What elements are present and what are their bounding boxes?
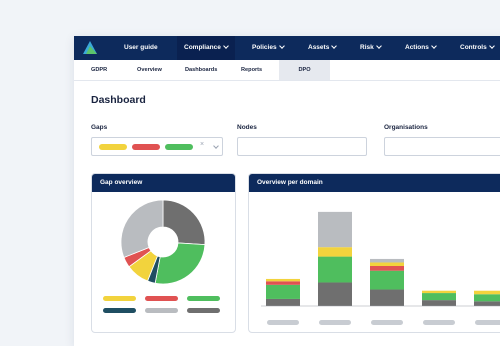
legend-swatch xyxy=(145,296,178,301)
chevron-down-icon xyxy=(223,43,229,49)
subnav-overview[interactable]: Overview xyxy=(137,60,162,80)
chevron-down-icon xyxy=(331,43,338,49)
organisations-label: Organisations xyxy=(384,124,428,131)
chevron-down-icon xyxy=(278,43,285,49)
bar-segment[interactable] xyxy=(370,266,404,271)
nav-label: Assets xyxy=(308,44,330,51)
gap-tag-yellow[interactable] xyxy=(99,144,127,150)
bar-segment[interactable] xyxy=(370,270,404,290)
bar-segment[interactable] xyxy=(422,293,456,301)
chevron-down-icon xyxy=(375,43,382,49)
nav-assets[interactable]: Assets xyxy=(308,36,338,60)
donut-slice[interactable] xyxy=(162,199,206,246)
top-navigation-bar: User guide Compliance Policies Assets Ri… xyxy=(74,36,500,60)
bar-segment[interactable] xyxy=(422,300,456,306)
bar-segment[interactable] xyxy=(474,301,500,306)
nav-user-guide[interactable]: User guide xyxy=(124,36,158,60)
gaps-multiselect[interactable]: × xyxy=(91,137,223,156)
chevron-down-icon xyxy=(488,43,495,49)
subnav-dashboards[interactable]: Dashboards xyxy=(185,60,217,80)
app-logo-icon[interactable] xyxy=(82,40,98,56)
bar-segment[interactable] xyxy=(318,256,352,283)
bar-segment[interactable] xyxy=(474,290,500,295)
nav-compliance[interactable]: Compliance xyxy=(177,36,235,60)
chevron-down-icon xyxy=(431,43,437,49)
nav-label: Actions xyxy=(405,44,429,51)
bar-segment[interactable] xyxy=(370,262,404,266)
page-title: Dashboard xyxy=(91,94,146,106)
nav-policies[interactable]: Policies xyxy=(252,36,285,60)
gaps-label: Gaps xyxy=(91,124,108,131)
nav-label: Compliance xyxy=(184,44,221,51)
bar-segment[interactable] xyxy=(318,247,352,257)
bar-segment[interactable] xyxy=(318,211,352,248)
gap-overview-title: Gap overview xyxy=(92,174,235,192)
domain-bar-chart xyxy=(261,211,500,325)
nodes-label: Nodes xyxy=(237,124,257,131)
bar-segment[interactable] xyxy=(266,298,300,306)
bar-segment[interactable] xyxy=(474,294,500,302)
x-tick-placeholder xyxy=(371,320,403,325)
nav-actions[interactable]: Actions xyxy=(405,36,437,60)
nav-controls[interactable]: Controls xyxy=(460,36,495,60)
bar-segment[interactable] xyxy=(422,290,456,294)
legend-swatch xyxy=(187,296,220,301)
donut-slice[interactable] xyxy=(154,242,206,285)
bar-segment[interactable] xyxy=(266,278,300,282)
nav-label: Controls xyxy=(460,44,487,51)
clear-icon[interactable]: × xyxy=(200,141,204,148)
organisations-select[interactable] xyxy=(384,137,500,156)
nav-risk[interactable]: Risk xyxy=(360,36,382,60)
overview-per-domain-card: Overview per domain xyxy=(248,173,500,333)
app-window: User guide Compliance Policies Assets Ri… xyxy=(74,36,500,346)
gap-tag-green[interactable] xyxy=(165,144,193,150)
gap-overview-card: Gap overview xyxy=(91,173,236,333)
bar-segment[interactable] xyxy=(266,281,300,285)
x-tick-placeholder xyxy=(267,320,299,325)
gap-tag-red[interactable] xyxy=(132,144,160,150)
x-tick-placeholder xyxy=(423,320,455,325)
donut-slice[interactable] xyxy=(120,199,164,258)
chevron-down-icon[interactable] xyxy=(213,143,219,149)
x-tick-placeholder xyxy=(475,320,500,325)
x-tick-placeholder xyxy=(319,320,351,325)
sub-navigation-bar: GDPR Overview Dashboards Reports DPO xyxy=(74,60,500,81)
subnav-dpo[interactable]: DPO xyxy=(279,60,330,80)
nav-label: User guide xyxy=(124,44,158,51)
bar-segment[interactable] xyxy=(318,282,352,306)
overview-per-domain-title: Overview per domain xyxy=(249,174,500,192)
nodes-select[interactable] xyxy=(237,137,367,156)
legend-swatch xyxy=(103,308,136,313)
legend-swatch xyxy=(187,308,220,313)
nav-label: Risk xyxy=(360,44,374,51)
bar-segment[interactable] xyxy=(370,258,404,263)
legend-swatch xyxy=(145,308,178,313)
gap-donut-chart xyxy=(120,199,206,285)
subnav-reports[interactable]: Reports xyxy=(241,60,262,80)
nav-label: Policies xyxy=(252,44,277,51)
legend-swatch xyxy=(103,296,136,301)
subnav-gdpr[interactable]: GDPR xyxy=(91,60,107,80)
bar-segment[interactable] xyxy=(266,284,300,299)
bar-segment[interactable] xyxy=(370,289,404,306)
